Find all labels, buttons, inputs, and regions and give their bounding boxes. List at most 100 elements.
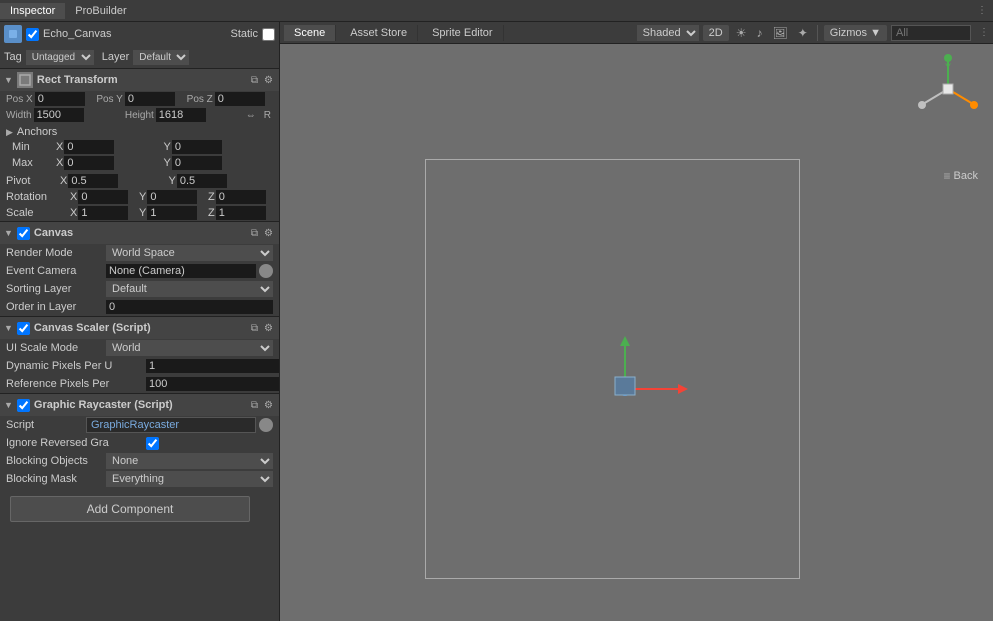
- canvas-settings-icon[interactable]: ⚙: [262, 228, 275, 239]
- min-label: Min: [12, 141, 52, 153]
- dynamic-pixels-input[interactable]: [146, 359, 280, 373]
- main-layout: Static Tag Untagged Layer Default ▼: [0, 22, 993, 621]
- rot-y-input[interactable]: [147, 190, 197, 204]
- back-label: ≡ Back: [944, 169, 978, 183]
- tag-layer-row: Tag Untagged Layer Default: [0, 46, 279, 68]
- effects-icon[interactable]: ✦: [795, 26, 811, 40]
- anchors-header[interactable]: ▶ Anchors: [6, 125, 273, 139]
- width-input[interactable]: [34, 108, 84, 122]
- height-group: Height: [125, 108, 240, 122]
- tab-asset-store[interactable]: Asset Store: [340, 25, 418, 41]
- tab-probuilder[interactable]: ProBuilder: [65, 3, 136, 19]
- tab-sprite-editor[interactable]: Sprite Editor: [422, 25, 504, 41]
- posx-group: Pos X: [6, 92, 92, 106]
- rect-settings-icon[interactable]: ⚙: [262, 75, 275, 86]
- canvas-scaler-checkbox[interactable]: [17, 322, 30, 335]
- posy-group: Pos Y: [96, 92, 182, 106]
- scale-row: Scale X Y Z: [0, 205, 279, 221]
- tag-select[interactable]: Untagged: [26, 50, 94, 65]
- render-mode-select[interactable]: World Space: [106, 245, 273, 261]
- rot-z-input[interactable]: [216, 190, 266, 204]
- tab-scene[interactable]: Scene: [284, 25, 336, 41]
- canvas-header[interactable]: ▼ Canvas ⧉ ⚙: [0, 222, 279, 244]
- anchors-arrow: ▶: [6, 127, 13, 138]
- sorting-layer-select[interactable]: Default: [106, 281, 273, 297]
- canvas-scaler-header[interactable]: ▼ Canvas Scaler (Script) ⧉ ⚙: [0, 317, 279, 339]
- image-icon[interactable]: 🖼: [769, 26, 790, 40]
- light-icon[interactable]: ☀: [733, 26, 750, 40]
- graphic-raycaster-checkbox[interactable]: [17, 399, 30, 412]
- rect-transform-header[interactable]: ▼ Rect Transform ⧉ ⚙: [0, 69, 279, 91]
- order-in-layer-input[interactable]: [106, 300, 273, 314]
- pivot-y-group: Y: [169, 174, 274, 188]
- scale-z-label: Z: [208, 207, 215, 219]
- posz-input[interactable]: [215, 92, 265, 106]
- graphic-raycaster-title: Graphic Raycaster (Script): [34, 399, 249, 411]
- canvas-enabled-checkbox[interactable]: [17, 227, 30, 240]
- scale-x-input[interactable]: [78, 206, 128, 220]
- anchors-section: ▶ Anchors Min X Y Max: [0, 123, 279, 173]
- graphic-raycaster-copy-icon[interactable]: ⧉: [249, 400, 260, 411]
- top-tab-bar: Inspector ProBuilder ⋮: [0, 0, 993, 22]
- rect-transform-icon: [17, 72, 33, 88]
- blocking-objects-label: Blocking Objects: [6, 455, 106, 467]
- back-lines-icon: ≡: [944, 169, 951, 183]
- static-checkbox[interactable]: [262, 28, 275, 41]
- scale-z-input[interactable]: [216, 206, 266, 220]
- canvas-scaler-copy-icon[interactable]: ⧉: [249, 323, 260, 334]
- pivot-x-label: X: [60, 175, 67, 187]
- audio-icon[interactable]: ♪: [753, 26, 765, 40]
- ui-scale-mode-select[interactable]: World: [106, 340, 273, 356]
- rect-scale-icon[interactable]: ⇔: [244, 110, 258, 121]
- blocking-mask-label: Blocking Mask: [6, 473, 106, 485]
- pivot-y-input[interactable]: [177, 174, 227, 188]
- pivot-x-input[interactable]: [68, 174, 118, 188]
- max-x-label: X: [56, 157, 63, 169]
- object-active-checkbox[interactable]: [26, 28, 39, 41]
- sorting-layer-label: Sorting Layer: [6, 283, 106, 295]
- height-input[interactable]: [156, 108, 206, 122]
- rect-r-icon[interactable]: R: [262, 110, 273, 121]
- tab-inspector[interactable]: Inspector: [0, 3, 65, 19]
- gizmos-button[interactable]: Gizmos ▼: [824, 25, 887, 41]
- event-camera-input[interactable]: [106, 264, 256, 278]
- rotation-row: Rotation X Y Z: [0, 189, 279, 205]
- min-y-label: Y: [164, 141, 171, 153]
- rotation-label: Rotation: [6, 191, 66, 203]
- max-x-input[interactable]: [64, 156, 114, 170]
- posy-input[interactable]: [125, 92, 175, 106]
- reference-pixels-label: Reference Pixels Per: [6, 378, 146, 390]
- rot-x-input[interactable]: [78, 190, 128, 204]
- blocking-mask-select[interactable]: Everything: [106, 471, 273, 487]
- ignore-reversed-checkbox[interactable]: [146, 437, 159, 450]
- shaded-select[interactable]: Shaded: [637, 25, 699, 41]
- max-y-group: Y: [164, 156, 268, 170]
- event-camera-picker[interactable]: [259, 264, 273, 278]
- canvas-scaler-icons: ⧉ ⚙: [249, 323, 275, 334]
- max-x-group: X: [56, 156, 160, 170]
- min-x-input[interactable]: [64, 140, 114, 154]
- graphic-raycaster-settings-icon[interactable]: ⚙: [262, 400, 275, 411]
- graphic-raycaster-header[interactable]: ▼ Graphic Raycaster (Script) ⧉ ⚙: [0, 394, 279, 416]
- 2d-button[interactable]: 2D: [703, 25, 729, 41]
- pivot-row: Pivot X Y: [0, 173, 279, 189]
- scale-y-input[interactable]: [147, 206, 197, 220]
- search-input[interactable]: [891, 25, 971, 41]
- blocking-objects-select[interactable]: None: [106, 453, 273, 469]
- canvas-copy-icon[interactable]: ⧉: [249, 228, 260, 239]
- reference-pixels-input[interactable]: [146, 377, 280, 391]
- posx-input[interactable]: [35, 92, 85, 106]
- canvas-scaler-settings-icon[interactable]: ⚙: [262, 323, 275, 334]
- canvas-scaler-section: ▼ Canvas Scaler (Script) ⧉ ⚙ UI Scale Mo…: [0, 316, 279, 393]
- gizmos-label: Gizmos: [830, 27, 867, 39]
- scene-viewport[interactable]: Y ≡ Back: [280, 44, 993, 621]
- rect-copy-icon[interactable]: ⧉: [249, 75, 260, 86]
- tag-label: Tag: [4, 51, 22, 63]
- object-name-input[interactable]: [43, 28, 230, 40]
- script-picker[interactable]: [259, 418, 273, 432]
- add-component-button[interactable]: Add Component: [10, 496, 250, 522]
- min-y-input[interactable]: [172, 140, 222, 154]
- posy-label: Pos Y: [96, 94, 123, 105]
- layer-select[interactable]: Default: [133, 50, 189, 65]
- max-y-input[interactable]: [172, 156, 222, 170]
